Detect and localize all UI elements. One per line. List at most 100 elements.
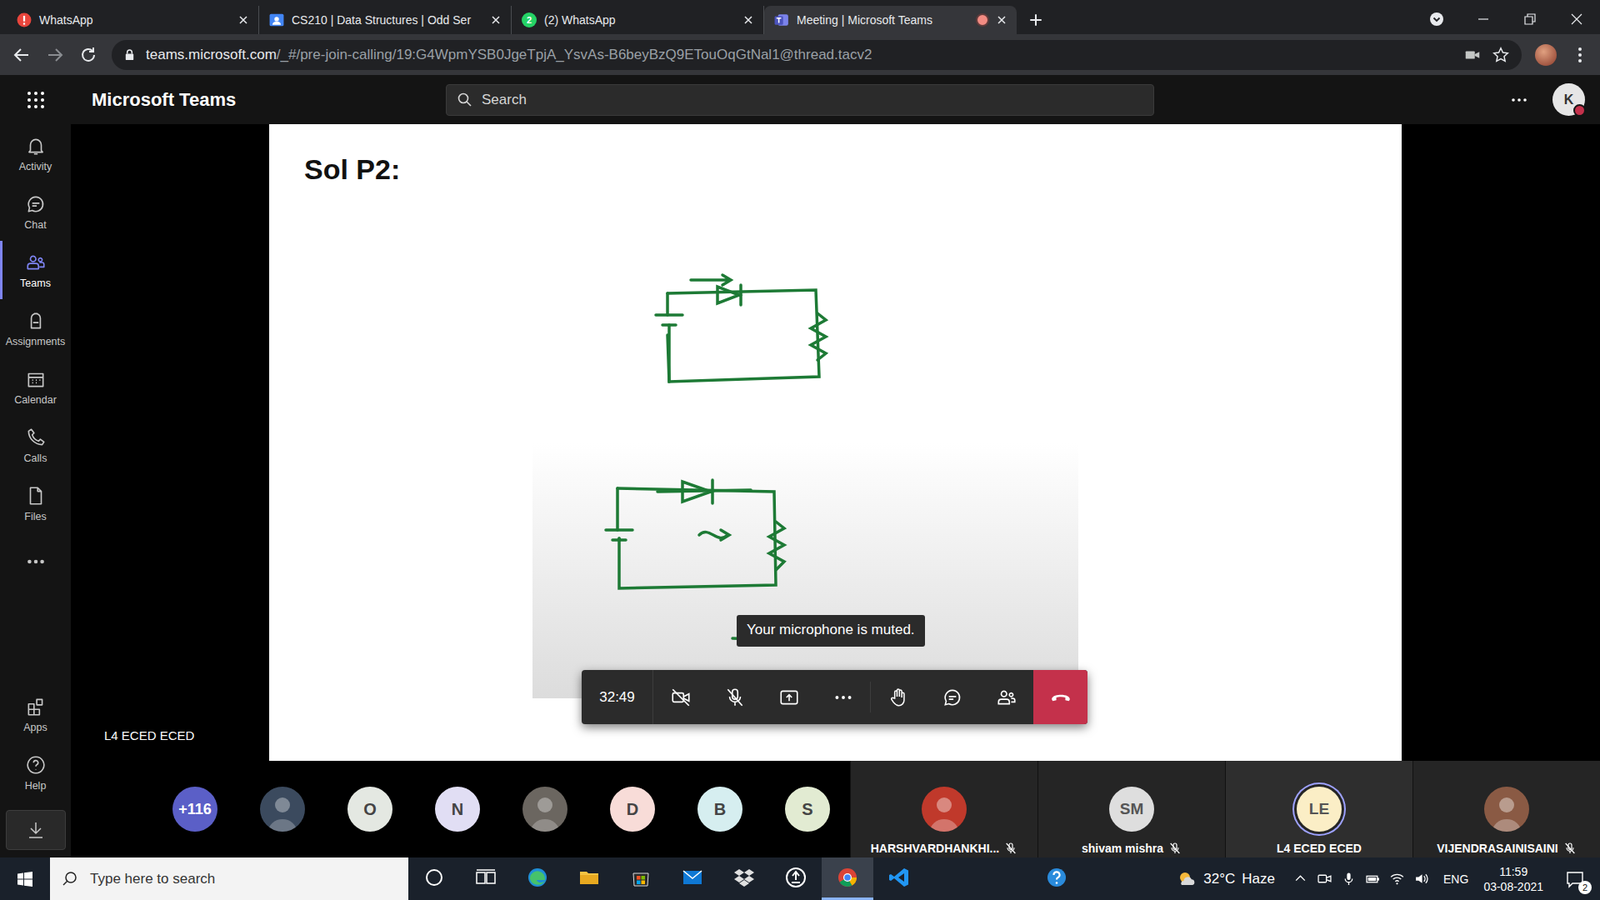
taskbar-app[interactable] xyxy=(460,857,512,900)
share-button[interactable] xyxy=(761,670,816,725)
download-icon xyxy=(25,820,46,840)
taskbar-app[interactable] xyxy=(873,857,925,900)
raise-hand-button[interactable] xyxy=(870,670,925,725)
clock[interactable]: 11:59 03-08-2021 xyxy=(1483,864,1544,895)
app-icon xyxy=(422,865,446,890)
rail-item[interactable]: Assignments xyxy=(0,299,71,358)
close-icon[interactable] xyxy=(996,15,1007,25)
browser-tab-strip: WhatsApp CS210 | Data Structures | Odd S… xyxy=(0,0,1600,35)
reload-icon[interactable] xyxy=(78,45,99,65)
participant-avatar[interactable]: O xyxy=(347,786,393,832)
rail-item[interactable]: Calendar xyxy=(0,357,71,416)
language-indicator[interactable]: ENG xyxy=(1443,872,1469,886)
profile-icon[interactable] xyxy=(1535,44,1557,66)
taskbar-app[interactable] xyxy=(821,857,874,900)
browser-tab[interactable]: Meeting | Microsoft Teams xyxy=(764,5,1017,35)
participant-tile[interactable]: HARSHVARDHANKHI... xyxy=(850,760,1038,858)
restore-icon[interactable] xyxy=(1521,10,1539,28)
browser-tab[interactable]: WhatsApp xyxy=(6,5,260,35)
close-window-icon[interactable] xyxy=(1568,10,1585,28)
taskbar-app[interactable] xyxy=(408,857,460,900)
tab-search-icon[interactable] xyxy=(1428,10,1445,28)
start-button[interactable] xyxy=(0,857,50,900)
taskbar-app[interactable] xyxy=(718,857,770,900)
more-apps[interactable] xyxy=(0,532,71,591)
rail-item[interactable]: Teams xyxy=(0,240,71,300)
close-icon[interactable] xyxy=(743,15,754,25)
participant-avatar[interactable]: B xyxy=(697,786,743,832)
camera-button[interactable] xyxy=(653,670,708,725)
back-icon[interactable] xyxy=(11,45,32,65)
participant-avatar[interactable]: N xyxy=(435,786,480,832)
taskbar-app[interactable] xyxy=(770,857,822,900)
app-icon xyxy=(784,865,808,890)
taskbar-app[interactable] xyxy=(511,857,564,900)
participant-name: L4 ECED ECED xyxy=(1276,841,1362,855)
download-button[interactable] xyxy=(5,810,66,850)
participant-tile[interactable]: SM shivam mishra xyxy=(1037,760,1225,858)
presence-icon xyxy=(1573,104,1586,117)
browser-tab[interactable]: CS210 | Data Structures | Odd Ser xyxy=(259,5,512,35)
close-icon[interactable] xyxy=(238,15,249,25)
rail-icon xyxy=(25,193,47,215)
plus-icon[interactable] xyxy=(1028,12,1044,28)
participant-strip: +116 ON DBS HARSHVARDHANKHI... SM shivam … xyxy=(70,760,1600,858)
forward-icon[interactable] xyxy=(45,45,65,65)
camera-icon[interactable] xyxy=(1463,45,1482,65)
volume-icon[interactable] xyxy=(1414,871,1429,886)
meet-now-icon[interactable] xyxy=(1317,871,1332,886)
windows-icon xyxy=(16,870,34,888)
url-field[interactable]: teams.microsoft.com/_#/pre-join-calling/… xyxy=(111,40,1522,70)
rail-icon xyxy=(25,135,47,157)
taskbar-app[interactable] xyxy=(666,857,719,900)
app-icon xyxy=(835,865,860,890)
taskbar-app[interactable] xyxy=(1030,857,1083,900)
participants-button[interactable] xyxy=(979,670,1034,725)
rail-item[interactable]: Files xyxy=(0,474,71,533)
search-icon xyxy=(456,91,474,109)
menu-icon[interactable] xyxy=(1570,45,1590,65)
rail-item[interactable]: Apps xyxy=(0,685,71,744)
notification-button[interactable]: 2 xyxy=(1558,869,1592,890)
weather-widget[interactable]: 32°CHaze xyxy=(1176,869,1275,890)
account-avatar[interactable]: K xyxy=(1552,83,1585,116)
more-actions-button[interactable] xyxy=(815,670,870,725)
participant-photo[interactable] xyxy=(260,786,305,832)
taskbar-app[interactable] xyxy=(563,857,615,900)
microphone-icon[interactable] xyxy=(1341,871,1356,886)
rail-item[interactable]: Calls xyxy=(0,415,71,475)
close-icon[interactable] xyxy=(490,15,501,25)
minimize-icon[interactable] xyxy=(1475,10,1492,28)
taskbar-app[interactable] xyxy=(615,857,667,900)
muted-icon xyxy=(1004,841,1018,855)
participant-avatar[interactable]: S xyxy=(785,786,830,832)
participant-avatar[interactable]: D xyxy=(610,786,655,832)
rail-item[interactable]: Activity xyxy=(0,124,71,183)
battery-icon[interactable] xyxy=(1365,871,1380,886)
url-text: teams.microsoft.com/_#/pre-join-calling/… xyxy=(145,46,1454,64)
rail-item[interactable]: Help xyxy=(0,743,71,802)
leave-button[interactable] xyxy=(1033,670,1088,725)
rail-icon xyxy=(25,754,47,776)
more-icon[interactable] xyxy=(1509,90,1530,110)
whatsapp-icon: 2 xyxy=(521,12,537,28)
recording-icon xyxy=(975,13,990,27)
app-icon xyxy=(629,865,653,890)
rail-item[interactable]: Chat xyxy=(0,182,71,241)
muted-icon xyxy=(1168,841,1182,855)
app-title: Microsoft Teams xyxy=(70,89,446,111)
browser-tab[interactable]: 2 (2) WhatsApp xyxy=(511,5,765,35)
wifi-icon[interactable] xyxy=(1390,871,1405,886)
mic-button[interactable] xyxy=(707,670,762,725)
app-launcher-icon[interactable] xyxy=(25,90,46,110)
app-icon xyxy=(525,865,550,890)
overflow-count[interactable]: +116 xyxy=(172,786,218,832)
chevron-up-icon[interactable] xyxy=(1293,871,1308,886)
search-field[interactable]: Search xyxy=(445,84,1155,116)
participant-tile[interactable]: VIJENDRASAINISAINI xyxy=(1412,760,1600,858)
participant-photo[interactable] xyxy=(522,786,568,832)
star-icon[interactable] xyxy=(1491,45,1510,65)
chat-button[interactable] xyxy=(925,670,980,725)
taskbar-search[interactable]: Type here to search xyxy=(50,857,409,900)
participant-tile[interactable]: LE L4 ECED ECED xyxy=(1225,760,1413,858)
